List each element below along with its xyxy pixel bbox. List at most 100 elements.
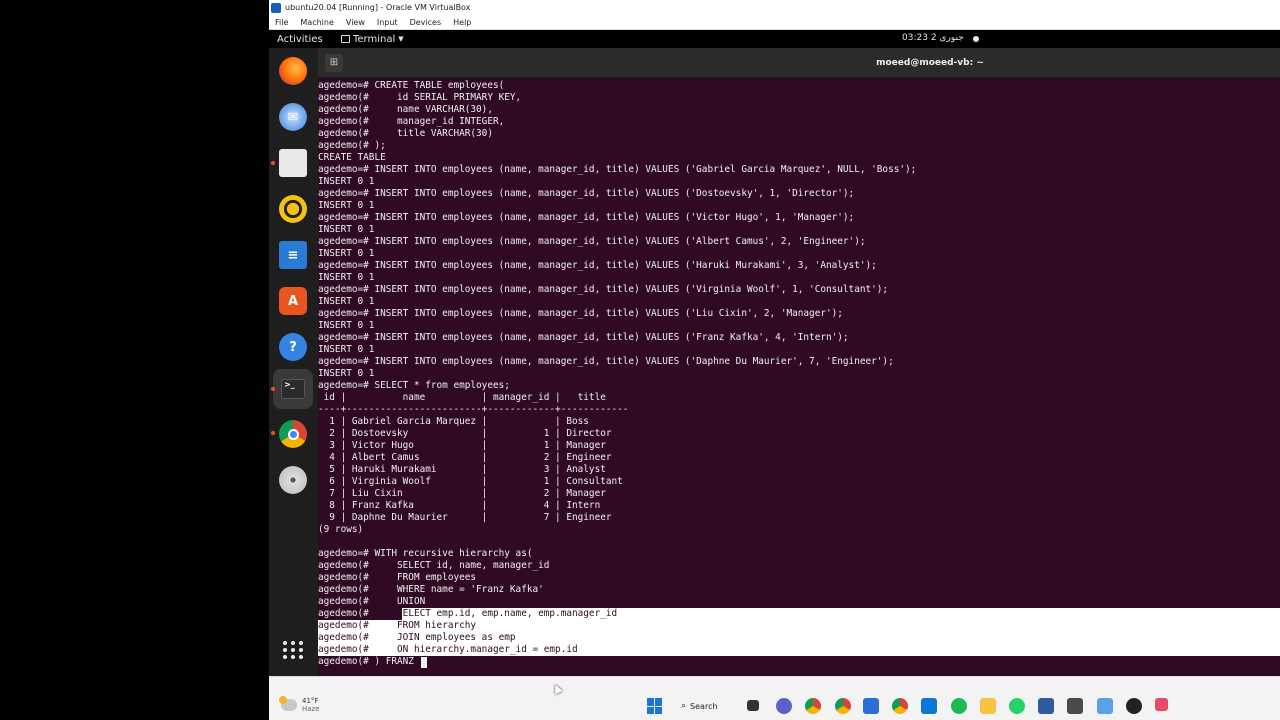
terminal-title: moeed@moeed-vb: ~ [876,57,984,68]
terminal-line: 7 | Liu Cixin | 2 | Manager [318,488,606,499]
menu-help[interactable]: Help [453,18,471,27]
obs-icon[interactable] [1126,698,1142,714]
terminal-line-prompt: agedemo(# [318,608,398,619]
terminal-line: 3 | Victor Hugo | 1 | Manager [318,440,606,451]
terminal-line: agedemo(# manager_id INTEGER, [318,116,505,127]
weather-text: 41°F Haze [302,697,320,713]
terminal-line: agedemo=# INSERT INTO employees (name, m… [318,212,855,223]
store-icon[interactable] [863,698,879,714]
terminal-line: agedemo=# INSERT INTO employees (name, m… [318,356,894,367]
terminal-line: agedemo=# CREATE TABLE employees( [318,80,505,91]
virtualbox-window: ubuntu20.04 [Running] - Oracle VM Virtua… [269,0,1280,676]
virtualbox-icon [271,2,281,13]
search-label: Search [690,701,718,711]
activities-button[interactable]: Activities [277,34,331,45]
taskbar-search[interactable]: ⌕ Search [681,698,718,714]
start-icon[interactable] [647,698,663,714]
terminal-line: 5 | Haruki Murakami | 3 | Analyst [318,464,606,475]
terminal-line: agedemo=# INSERT INTO employees (name, m… [318,188,855,199]
terminal-line: agedemo=# INSERT INTO employees (name, m… [318,332,849,343]
terminal-line: agedemo(# UNION [318,596,426,607]
text-cursor [421,657,427,668]
terminal-dock-item[interactable]: >_ [273,369,313,409]
terminal-line: agedemo(# title VARCHAR(30) [318,128,493,139]
virtualbox-titlebar[interactable]: ubuntu20.04 [Running] - Oracle VM Virtua… [269,0,1280,15]
task-view-icon[interactable] [747,700,759,711]
menu-file[interactable]: File [275,18,288,27]
terminal-line-selected: SELECT emp.id, emp.name, emp.manager_id [397,608,618,619]
terminal-line: agedemo=# SELECT * from employees; [318,380,510,391]
terminal-line: 1 | Gabriel Garcia Marquez | | Boss [318,416,589,427]
menu-machine[interactable]: Machine [300,18,334,27]
menu-devices[interactable]: Devices [410,18,442,27]
terminal-line: INSERT 0 1 [318,200,375,211]
desktop: ubuntu20.04 [Running] - Oracle VM Virtua… [0,0,1280,720]
clock[interactable]: 03:23 جنوری 2 [902,33,964,43]
terminal-headerbar[interactable]: ⊞ moeed@moeed-vb: ~ [318,48,1280,78]
terminal-line: id | name | manager_id | title [318,392,606,403]
files-icon[interactable] [279,149,307,177]
terminal-line: agedemo=# WITH recursive hierarchy as( [318,548,533,559]
rhythmbox-icon[interactable] [279,195,307,223]
terminal-line: agedemo(# WHERE name = 'Franz Kafka' [318,584,544,595]
window-title: ubuntu20.04 [Running] - Oracle VM Virtua… [285,3,471,12]
terminal-line: 4 | Albert Camus | 2 | Engineer [318,452,612,463]
help-icon[interactable]: ? [279,333,307,361]
terminal-line: INSERT 0 1 [318,176,375,187]
terminal-line: CREATE TABLE [318,152,386,163]
terminal-line: ----+------------------------+----------… [318,404,629,415]
virtualbox-menubar: File Machine View Input Devices Help [269,15,1280,30]
show-applications-icon[interactable] [279,636,307,664]
weather-widget[interactable]: 41°F Haze [279,696,320,713]
terminal-line: INSERT 0 1 [318,248,375,259]
terminal-line: (9 rows) [318,524,364,535]
notepad-icon[interactable] [1097,698,1113,714]
terminal-line: agedemo(# FROM employees [318,572,477,583]
terminal-icon: >_ [281,379,305,399]
teams-chat-icon[interactable] [776,698,792,714]
menu-input[interactable]: Input [377,18,398,27]
chrome-taskbar-icon[interactable] [805,698,821,714]
mail-icon[interactable] [921,698,937,714]
optical-drive-icon[interactable] [279,466,307,494]
chrome-profile-icon[interactable] [835,698,851,714]
terminal-line: agedemo=# INSERT INTO employees (name, m… [318,164,917,175]
terminal-line: INSERT 0 1 [318,344,375,355]
terminal-line: agedemo(# id SERIAL PRIMARY KEY, [318,92,522,103]
libreoffice-writer-icon[interactable]: ≡ [279,241,307,269]
terminal-line: 6 | Virginia Woolf | 1 | Consultant [318,476,623,487]
notification-dot-icon [973,36,979,42]
terminal-line: 8 | Franz Kafka | 4 | Intern [318,500,601,511]
menu-view[interactable]: View [346,18,365,27]
chrome-icon[interactable] [279,420,307,448]
running-indicator-icon [271,161,275,165]
firefox-icon[interactable] [279,57,307,85]
terminal-line: INSERT 0 1 [318,272,375,283]
terminal-line: agedemo(# ) FRANZ [318,656,414,667]
search-icon: ⌕ [681,701,687,711]
ubuntu-top-bar: Activities Terminal ▼ 03:23 جنوری 2 [269,30,1280,48]
terminal-window[interactable]: ⊞ moeed@moeed-vb: ~ agedemo=# CREATE TAB… [318,48,1280,676]
terminal-line: INSERT 0 1 [318,224,375,235]
windows-taskbar: 41°F Haze ⌕ Search [269,676,1280,720]
software-center-icon[interactable]: A [279,287,307,315]
whatsapp-icon[interactable] [1009,698,1025,714]
terminal-line: agedemo(# JOIN employees as emp [318,632,516,643]
sublime-icon[interactable] [1067,698,1083,714]
running-indicator-icon [271,431,275,435]
terminal-line: agedemo=# INSERT INTO employees (name, m… [318,308,843,319]
terminal-small-icon [341,35,350,43]
file-explorer-icon[interactable] [980,698,996,714]
terminal-output[interactable]: agedemo=# CREATE TABLE employees(agedemo… [318,80,1280,672]
running-indicator-icon [271,387,275,391]
terminal-line: agedemo(# ); [318,140,386,151]
chrome-profile-2-icon[interactable] [892,698,908,714]
app-menu-terminal[interactable]: Terminal ▼ [341,34,404,45]
terminal-line: INSERT 0 1 [318,368,375,379]
virtualbox-taskbar-icon[interactable] [1038,698,1054,714]
snipping-tool-icon[interactable] [1155,698,1168,711]
terminal-line: agedemo=# INSERT INTO employees (name, m… [318,236,866,247]
terminal-line: agedemo(# FROM hierarchy [318,620,477,631]
spotify-icon[interactable] [951,698,967,714]
thunderbird-icon[interactable]: ✉ [279,103,307,131]
